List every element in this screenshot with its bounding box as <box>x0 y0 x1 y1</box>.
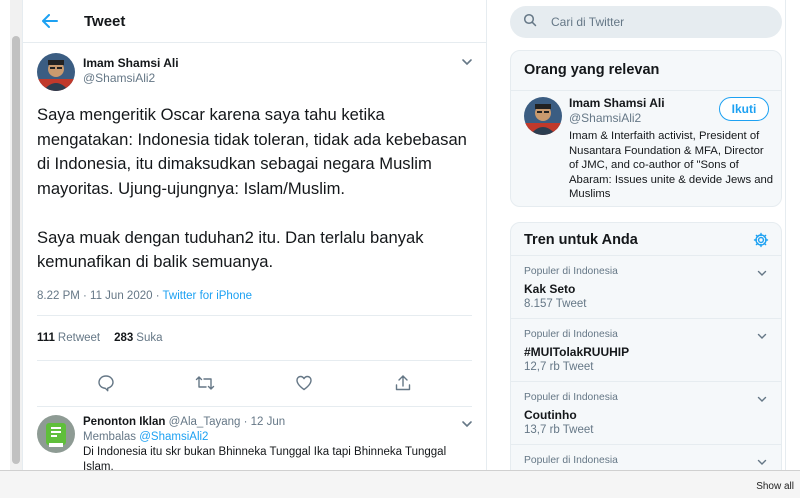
relevant-handle[interactable]: @ShamsiAli2 <box>569 111 641 125</box>
trend-context: Populer di Indonesia <box>524 329 618 340</box>
like-icon[interactable] <box>294 373 314 393</box>
main-tweet: Imam Shamsi Ali @ShamsiAli2 Saya mengeri… <box>23 43 486 407</box>
reply-author-name[interactable]: Penonton Iklan <box>83 416 165 428</box>
trend-context: Populer di Indonesia <box>524 392 618 403</box>
like-stat[interactable]: 283 Suka <box>114 332 162 344</box>
relevant-avatar[interactable] <box>524 97 562 135</box>
back-arrow-icon[interactable] <box>39 10 61 32</box>
trend-context: Populer di Indonesia <box>524 266 618 277</box>
retweet-count: 111 <box>37 331 55 344</box>
chevron-down-icon[interactable] <box>460 55 474 69</box>
replying-prefix: Membalas <box>83 430 140 443</box>
reply-avatar[interactable] <box>37 414 75 453</box>
trend-name: #MUITolakRUUHIP <box>524 345 630 359</box>
trend-name: Kak Seto <box>524 282 576 296</box>
trend-count: 8.157 Tweet <box>524 298 587 310</box>
show-all-button[interactable]: Show all <box>756 481 794 492</box>
chevron-down-icon[interactable] <box>756 455 768 467</box>
reply-icon[interactable] <box>96 373 116 393</box>
reply-tweet[interactable]: Penonton Iklan @Ala_Tayang · 12 Jun Memb… <box>23 407 486 471</box>
replying-to: Membalas @ShamsiAli2 <box>83 430 472 445</box>
tweet-meta: 8.22 PM · 11 Jun 2020 · Twitter for iPho… <box>37 290 472 306</box>
gear-icon[interactable] <box>753 232 769 248</box>
trend-name: Coutinho <box>524 408 577 422</box>
retweet-stat[interactable]: 111 Retweet <box>37 332 100 344</box>
tweet-source-link[interactable]: Twitter for iPhone <box>163 290 252 302</box>
trend-count: 12,7 rb Tweet <box>524 361 594 373</box>
trend-item[interactable]: Populer di Indonesia #MUITolakRUUHIP 12,… <box>511 319 781 382</box>
tweet-timestamp[interactable]: 8.22 PM · 11 Jun 2020 · <box>37 290 163 302</box>
trends-title: Tren untuk Anda <box>524 232 638 248</box>
chevron-down-icon[interactable] <box>756 392 768 404</box>
trend-item[interactable]: Populer di Indonesia Kak Seto 8.157 Twee… <box>511 256 781 319</box>
tweet-text-paragraph: Saya muak dengan tuduhan2 itu. Dan terla… <box>37 227 424 272</box>
author-avatar[interactable] <box>37 53 75 91</box>
tweet-stats: 111 Retweet 283 Suka <box>37 314 472 361</box>
retweet-icon[interactable] <box>195 373 215 393</box>
author-name[interactable]: Imam Shamsi Ali <box>83 56 179 71</box>
scrollbar-thumb[interactable] <box>12 36 20 464</box>
like-label: Suka <box>136 331 163 344</box>
chevron-down-icon[interactable] <box>756 329 768 341</box>
like-count: 283 <box>114 331 134 344</box>
relevant-name[interactable]: Imam Shamsi Ali <box>569 96 665 110</box>
replying-handle-link[interactable]: @ShamsiAli2 <box>139 431 208 443</box>
relevant-people-card: Orang yang relevan Imam Shamsi Ali @Sham… <box>510 50 782 207</box>
follow-button[interactable]: Ikuti <box>719 97 769 121</box>
search-icon <box>523 13 537 32</box>
trends-card: Tren untuk Anda Populer di Indonesia Kak… <box>510 222 782 482</box>
reply-text: Di Indonesia itu skr bukan Bhinneka Tung… <box>83 445 447 471</box>
page-header: Tweet <box>23 0 486 43</box>
page-edge-divider <box>785 0 786 470</box>
search-input[interactable] <box>551 15 751 29</box>
page-title: Tweet <box>84 12 126 30</box>
tweet-actions <box>37 361 472 407</box>
search-bar[interactable] <box>510 6 782 38</box>
relevant-bio: Imam & Interfaith activist, President of… <box>569 130 774 200</box>
tweet-text: Saya mengeritik Oscar karena saya tahu k… <box>37 103 472 275</box>
chevron-down-icon[interactable] <box>756 266 768 278</box>
relevant-people-title: Orang yang relevan <box>524 62 660 78</box>
trend-context: Populer di Indonesia <box>524 455 618 466</box>
trend-item[interactable]: Populer di Indonesia Coutinho 13,7 rb Tw… <box>511 382 781 445</box>
share-icon[interactable] <box>393 373 413 393</box>
main-column: Tweet Imam Shamsi Ali @ShamsiAli2 Saya m… <box>22 0 487 470</box>
author-handle[interactable]: @ShamsiAli2 <box>83 71 179 86</box>
reply-handle-date[interactable]: @Ala_Tayang · 12 Jun <box>169 416 286 428</box>
chevron-down-icon[interactable] <box>460 417 474 431</box>
trend-count: 13,7 rb Tweet <box>524 424 594 436</box>
tweet-text-paragraph: Saya mengeritik Oscar karena saya tahu k… <box>37 105 467 198</box>
retweet-label: Retweet <box>57 331 101 344</box>
bottom-bar: Show all <box>0 470 800 498</box>
